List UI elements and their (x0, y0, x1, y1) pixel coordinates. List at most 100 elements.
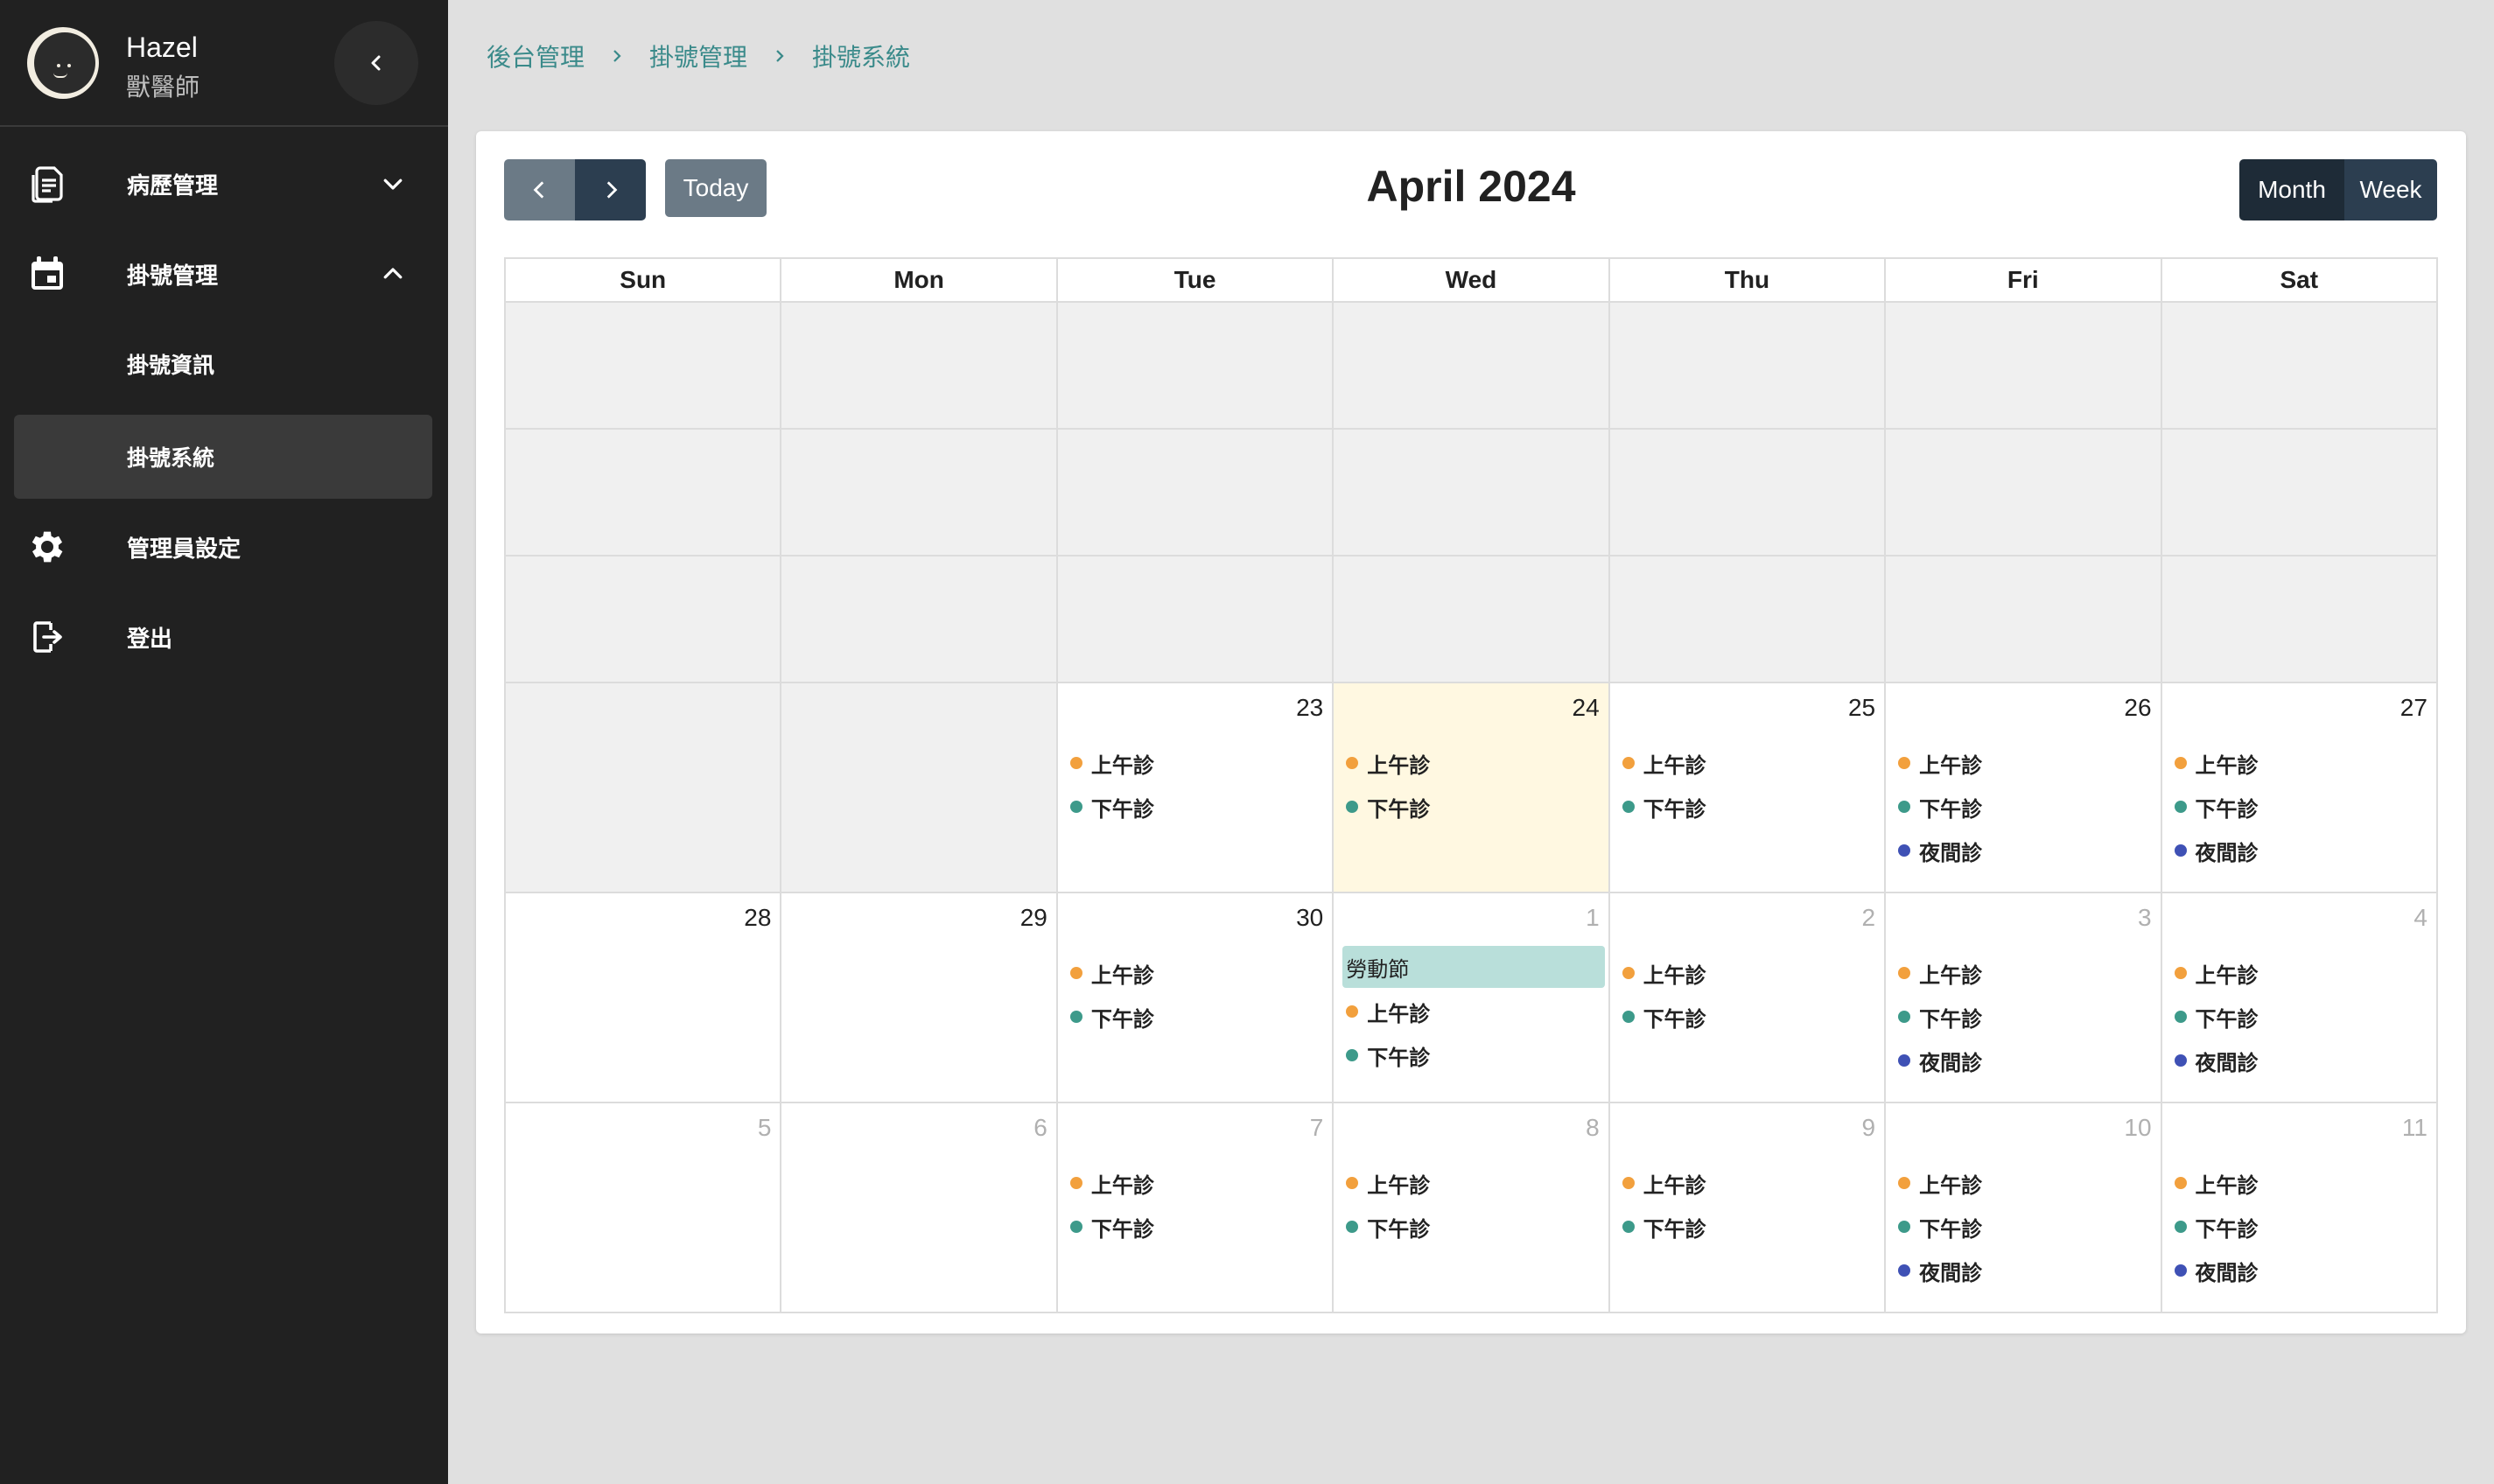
event-label: 夜間診 (1919, 1260, 1983, 1285)
clinic-session-event[interactable]: 上午診 (1342, 1161, 1604, 1205)
day-cell[interactable]: 3 上午診 下午診 夜間診 (1886, 893, 2162, 1103)
clinic-session-event[interactable]: 上午診 (2171, 951, 2433, 995)
clinic-session-event[interactable]: 上午診 (1619, 1161, 1881, 1205)
clinic-session-event[interactable]: 下午診 (1619, 1205, 1881, 1249)
user-role: 獸醫師 (126, 73, 200, 102)
day-cell[interactable]: 28 (506, 893, 782, 1103)
clinic-session-event[interactable]: 上午診 (1342, 990, 1604, 1033)
event-dot-icon (2174, 844, 2187, 857)
holiday-event[interactable]: 勞動節 (1342, 946, 1605, 988)
day-events: 上午診下午診 (1342, 1161, 1604, 1249)
day-cell[interactable]: 8 上午診 下午診 (1334, 1103, 1610, 1313)
day-events: 上午診 下午診 (1619, 951, 1881, 1039)
sidebar-item-medical-records[interactable]: 病歷管理 (0, 142, 448, 226)
day-cell[interactable]: 29 (781, 893, 1058, 1103)
sidebar-item-logout[interactable]: 登出 (0, 595, 448, 679)
day-cell[interactable]: 2 上午診 下午診 (1609, 893, 1887, 1103)
sidebar-item-registration-info[interactable]: 掛號資訊 (0, 322, 448, 406)
logout-icon (33, 621, 62, 653)
clinic-session-event[interactable]: 下午診 (1067, 995, 1328, 1039)
day-cell[interactable]: 9 上午診 下午診 (1609, 1103, 1887, 1313)
sidebar-item-admin-settings[interactable]: 管理員設定 (0, 505, 448, 589)
clinic-session-event[interactable]: 下午診 (2171, 1205, 2433, 1249)
event-label: 夜間診 (1919, 840, 1983, 865)
clinic-session-event[interactable]: 下午診 (1895, 785, 2156, 829)
event-label: 下午診 (1919, 1006, 1983, 1032)
clinic-session-event[interactable]: 夜間診 (2171, 1039, 2433, 1082)
day-cell[interactable]: 30 上午診 下午診 (1057, 893, 1335, 1103)
clinic-session-event[interactable]: 夜間診 (2171, 1249, 2433, 1292)
event-label: 上午診 (1367, 1172, 1431, 1198)
empty-day-cell (506, 430, 782, 556)
event-dot-icon (1898, 757, 1911, 769)
clinic-session-event[interactable]: 下午診 (1342, 785, 1604, 829)
breadcrumb: 後台管理 掛號管理 掛號系統 (487, 38, 910, 74)
clinic-session-event[interactable]: 下午診 (2171, 785, 2433, 829)
day-cell[interactable]: 24 上午診 下午診 (1334, 683, 1610, 893)
day-cell[interactable]: 5 (506, 1103, 782, 1313)
empty-day-cell (1057, 303, 1335, 430)
clinic-session-event[interactable]: 下午診 (1895, 995, 2156, 1039)
week-row (506, 556, 2438, 683)
month-view-button[interactable]: Month (2239, 159, 2344, 220)
day-cell[interactable]: 4 上午診 下午診 夜間診 (2161, 893, 2438, 1103)
clinic-session-event[interactable]: 夜間診 (1895, 1249, 2156, 1292)
clinic-session-event[interactable]: 上午診 (1067, 1161, 1328, 1205)
sidebar-item-label: 掛號資訊 (127, 353, 215, 378)
clinic-session-event[interactable]: 上午診 (1895, 951, 2156, 995)
sidebar-item-registration-system[interactable]: 掛號系統 (14, 415, 432, 499)
clinic-session-event[interactable]: 上午診 (2171, 741, 2433, 785)
day-cell[interactable]: 11 上午診 下午診 夜間診 (2161, 1103, 2438, 1313)
avatar (27, 27, 99, 99)
day-cell[interactable]: 27 上午診 下午診 夜間診 (2161, 683, 2438, 893)
day-number: 28 (744, 904, 772, 931)
clinic-session-event[interactable]: 夜間診 (1895, 829, 2156, 872)
breadcrumb-item-backend[interactable]: 後台管理 (487, 38, 585, 74)
empty-day-cell (1886, 430, 2162, 556)
empty-day-cell (1886, 303, 2162, 430)
event-label: 下午診 (1367, 796, 1431, 822)
day-cell[interactable]: 25 上午診 下午診 (1609, 683, 1887, 893)
day-cell[interactable]: 23 上午診下午診 (1057, 683, 1335, 893)
clinic-session-event[interactable]: 上午診 (1619, 951, 1881, 995)
clinic-session-event[interactable]: 上午診 (1895, 741, 2156, 785)
breadcrumb-item-registration-system[interactable]: 掛號系統 (812, 38, 910, 74)
day-cell[interactable]: 26 上午診 下午診 夜間診 (1886, 683, 2162, 893)
clinic-session-event[interactable]: 夜間診 (2171, 829, 2433, 872)
breadcrumb-item-registration[interactable]: 掛號管理 (649, 38, 747, 74)
event-dot-icon (1622, 757, 1635, 769)
clinic-session-event[interactable]: 下午診 (1619, 785, 1881, 829)
event-label: 上午診 (1919, 1172, 1983, 1198)
clinic-session-event[interactable]: 下午診 (2171, 995, 2433, 1039)
clinic-session-event[interactable]: 上午診 (1067, 951, 1328, 995)
event-dot-icon (1069, 1177, 1082, 1189)
day-cell[interactable]: 1 勞動節 上午診 下午診 (1334, 893, 1610, 1103)
empty-day-cell (1886, 556, 2162, 683)
day-number: 23 (1296, 694, 1324, 721)
clinic-session-event[interactable]: 下午診 (1619, 995, 1881, 1039)
clinic-session-event[interactable]: 上午診 (1619, 741, 1881, 785)
clinic-session-event[interactable]: 夜間診 (1895, 1039, 2156, 1082)
clinic-session-event[interactable]: 下午診 (1342, 1033, 1604, 1077)
clinic-session-event[interactable]: 下午診 (1067, 1205, 1328, 1249)
clinic-session-event[interactable]: 上午診 (2171, 1161, 2433, 1205)
clinic-session-event[interactable]: 上午診 (1342, 741, 1604, 785)
day-events: 上午診下午診夜間診 (1895, 951, 2156, 1082)
event-label: 下午診 (1090, 796, 1154, 822)
day-cell[interactable]: 10 上午診下午診夜間診 (1886, 1103, 2162, 1313)
day-cell[interactable]: 7 上午診 下午診 (1057, 1103, 1335, 1313)
day-events: 上午診 下午診 (1067, 1161, 1328, 1249)
day-number: 10 (2124, 1114, 2152, 1141)
clinic-session-event[interactable]: 下午診 (1067, 785, 1328, 829)
week-view-button[interactable]: Week (2344, 159, 2437, 220)
sidebar-item-registration[interactable]: 掛號管理 (0, 232, 448, 316)
clinic-session-event[interactable]: 下午診 (1895, 1205, 2156, 1249)
clinic-session-event[interactable]: 上午診 (1067, 741, 1328, 785)
weekday-header: Sun Mon Tue Wed Thu Fri Sat (506, 259, 2438, 303)
collapse-sidebar-button[interactable] (334, 21, 418, 105)
clinic-session-event[interactable]: 上午診 (1895, 1161, 2156, 1205)
day-cell[interactable]: 6 (781, 1103, 1058, 1313)
day-number: 11 (2401, 1114, 2427, 1141)
day-events: 上午診下午診 (1342, 741, 1604, 829)
clinic-session-event[interactable]: 下午診 (1342, 1205, 1604, 1249)
